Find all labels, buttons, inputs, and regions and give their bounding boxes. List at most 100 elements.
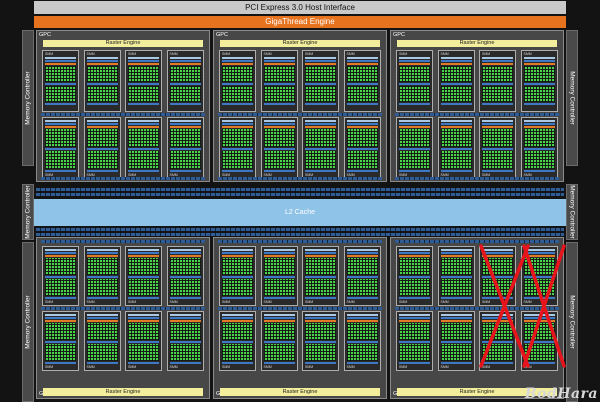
control-bar xyxy=(523,317,555,319)
control-bar xyxy=(305,120,336,122)
dispatch-bar xyxy=(346,255,378,257)
control-bar xyxy=(482,83,513,85)
memory-controller-right: Memory Controller xyxy=(566,30,578,166)
cuda-core-grid xyxy=(346,344,378,361)
control-bar xyxy=(128,317,159,319)
cuda-core-grid xyxy=(169,129,201,147)
control-bar xyxy=(169,60,201,62)
control-bar xyxy=(45,83,76,85)
control-bar xyxy=(86,362,118,364)
control-bar xyxy=(222,170,253,172)
cuda-core-grid xyxy=(305,66,336,82)
control-bar xyxy=(440,60,472,62)
cuda-core-grid xyxy=(440,279,472,296)
raster-engine: Raster Engine xyxy=(43,40,203,47)
control-bar xyxy=(440,83,472,85)
smm-block: SMM xyxy=(479,246,516,306)
control-bar xyxy=(440,148,472,150)
control-bar xyxy=(399,123,430,125)
smm-label: SMM xyxy=(399,52,408,56)
control-bar xyxy=(222,123,253,125)
control-bar xyxy=(346,341,378,343)
control-bar xyxy=(263,249,295,251)
control-bar xyxy=(86,170,118,172)
control-bar xyxy=(222,60,253,62)
dispatch-bar xyxy=(482,126,513,128)
smm-block: SMM xyxy=(437,50,475,112)
l2-interconnect-strip xyxy=(36,228,564,231)
control-bar xyxy=(169,57,201,59)
smm-block: SMM xyxy=(219,246,256,306)
dispatch-bar xyxy=(45,255,76,257)
control-bar xyxy=(128,170,159,172)
control-bar xyxy=(169,148,201,150)
control-bar xyxy=(263,60,295,62)
control-bar xyxy=(263,276,295,278)
control-bar xyxy=(45,170,76,172)
control-bar xyxy=(222,120,253,122)
dispatch-bar xyxy=(346,320,378,322)
control-bar xyxy=(305,60,336,62)
control-bar xyxy=(523,83,555,85)
dispatch-bar xyxy=(346,126,378,128)
cuda-core-grid xyxy=(263,323,295,340)
control-bar xyxy=(523,362,555,364)
control-bar xyxy=(305,83,336,85)
cuda-core-grid xyxy=(523,279,555,296)
control-bar xyxy=(305,57,336,59)
cuda-core-grid xyxy=(128,151,159,169)
cuda-core-grid xyxy=(45,258,76,275)
smm-block: SMM xyxy=(343,311,381,371)
control-bar xyxy=(169,83,201,85)
smm-block: SMM xyxy=(520,50,558,112)
smm-block: SMM xyxy=(520,117,558,179)
control-bar xyxy=(305,148,336,150)
control-bar xyxy=(263,297,295,299)
dispatch-bar xyxy=(305,320,336,322)
cuda-core-grid xyxy=(169,344,201,361)
control-bar xyxy=(305,249,336,251)
cuda-core-grid xyxy=(482,129,513,147)
cuda-core-grid xyxy=(482,66,513,82)
control-bar xyxy=(222,362,253,364)
smm-block: SMM xyxy=(437,246,475,306)
smm-label: SMM xyxy=(263,300,272,304)
smm-block: SMM xyxy=(437,311,475,371)
smm-label: SMM xyxy=(45,365,54,369)
control-bar xyxy=(169,297,201,299)
cuda-core-grid xyxy=(222,258,253,275)
smm-label: SMM xyxy=(305,365,314,369)
control-bar xyxy=(440,314,472,316)
control-bar xyxy=(222,297,253,299)
dispatch-bar xyxy=(222,255,253,257)
control-bar xyxy=(346,103,378,105)
smm-label: SMM xyxy=(346,365,355,369)
cuda-core-grid xyxy=(45,151,76,169)
control-bar xyxy=(128,252,159,254)
control-bar xyxy=(45,148,76,150)
dispatch-bar xyxy=(222,126,253,128)
control-bar xyxy=(45,60,76,62)
control-bar xyxy=(399,120,430,122)
smm-block: SMM xyxy=(166,246,204,306)
cuda-core-grid xyxy=(346,151,378,169)
control-bar xyxy=(86,120,118,122)
smm-block: SMM xyxy=(396,117,433,179)
dispatch-bar xyxy=(482,255,513,257)
control-bar xyxy=(86,314,118,316)
smm-label: SMM xyxy=(346,52,355,56)
smm-label: SMM xyxy=(523,300,532,304)
cuda-core-grid xyxy=(523,258,555,275)
l2-interconnect-strip xyxy=(36,188,564,191)
dispatch-bar xyxy=(523,63,555,65)
dispatch-bar xyxy=(440,63,472,65)
control-bar xyxy=(523,60,555,62)
dispatch-bar xyxy=(222,320,253,322)
smm-label: SMM xyxy=(523,52,532,56)
interconnect-strip xyxy=(41,113,205,116)
control-bar xyxy=(169,103,201,105)
control-bar xyxy=(128,276,159,278)
interconnect-strip xyxy=(218,177,382,180)
control-bar xyxy=(399,317,430,319)
control-bar xyxy=(169,314,201,316)
